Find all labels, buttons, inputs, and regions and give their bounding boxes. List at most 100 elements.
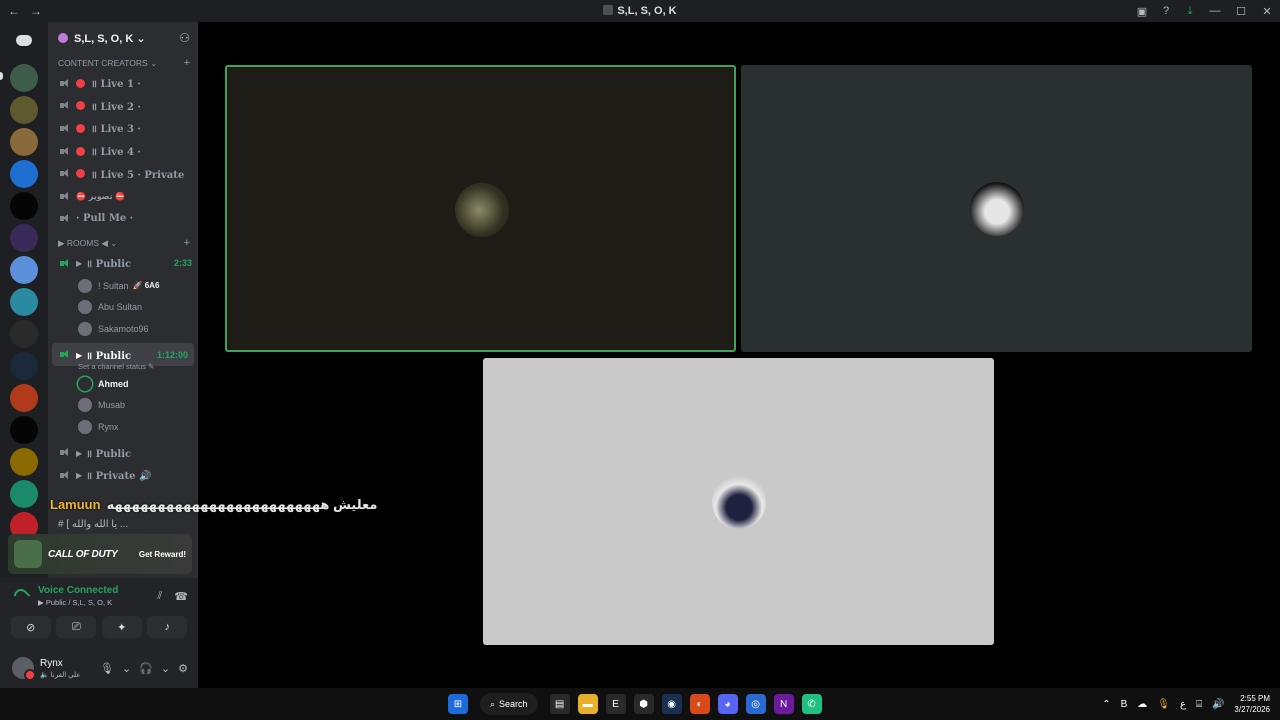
participant-tile[interactable]: [741, 65, 1252, 352]
minimize-button[interactable]: —: [1202, 5, 1228, 17]
signal-icon[interactable]: [11, 586, 31, 606]
cube-app-icon[interactable]: ⬢: [633, 694, 654, 714]
voice-user[interactable]: Abu Sultan: [48, 296, 198, 318]
selected-pill: [0, 72, 3, 80]
search-icon: ⌕: [490, 698, 496, 709]
server-icon-13[interactable]: [10, 448, 38, 476]
inbox-icon[interactable]: ▣: [1130, 5, 1154, 18]
voice-panel: Voice Connected ▶ Public / S,L, S, O, K …: [0, 578, 198, 648]
participant-tile[interactable]: [483, 358, 994, 645]
network-icon[interactable]: ⌸: [1196, 699, 1202, 710]
store-icon[interactable]: ▤: [549, 694, 570, 714]
user-avatar[interactable]: [12, 657, 36, 681]
back-arrow-icon[interactable]: ←: [8, 4, 20, 18]
live-dot-icon: [76, 169, 85, 179]
server-icon: [603, 5, 614, 15]
get-reward-button[interactable]: Get Reward!: [139, 550, 186, 559]
tray-app-icon[interactable]: B: [1121, 699, 1128, 710]
voice-channel-public-3[interactable]: ▶ ॥ Public: [48, 441, 198, 464]
voice-channel-photo[interactable]: ⛔ تصوير ⛔: [48, 185, 198, 208]
maximize-button[interactable]: ☐: [1228, 5, 1254, 18]
whatsapp-icon[interactable]: ✆: [801, 694, 822, 714]
forward-arrow-icon[interactable]: →: [30, 4, 42, 18]
server-icon-2[interactable]: [10, 96, 38, 124]
file-explorer-icon[interactable]: ▬: [577, 694, 598, 714]
promo-banner[interactable]: CALL OF DUTY Get Reward!: [8, 534, 192, 574]
voice-channel-live-5[interactable]: ॥ Live 5 · Private: [48, 162, 198, 185]
noise-suppression-icon[interactable]: ⫽: [157, 590, 162, 603]
tray-weather-icon[interactable]: ☁: [1137, 699, 1147, 710]
invite-people-icon[interactable]: ⚇: [179, 31, 190, 45]
voice-channel-live-2[interactable]: ॥ Live 2 ·: [48, 95, 198, 118]
disconnect-icon[interactable]: ☎: [174, 590, 188, 603]
help-icon[interactable]: ?: [1154, 5, 1178, 17]
clock[interactable]: 2:55 PM 3/27/2026: [1234, 693, 1270, 715]
xp-badge-icon: [14, 540, 42, 568]
input-language[interactable]: ع: [1180, 699, 1186, 710]
soundboard-button[interactable]: ♪: [147, 616, 188, 638]
play-icon: ▶: [76, 447, 83, 458]
speaker-icon: [60, 470, 70, 480]
server-icon-14[interactable]: [10, 480, 38, 508]
voice-channel-live-4[interactable]: ॥ Live 4 ·: [48, 140, 198, 163]
voice-channel-path[interactable]: ▶ Public / S,L, S, O, K: [38, 598, 118, 607]
server-icon-3[interactable]: [10, 128, 38, 156]
voice-user[interactable]: Sakamoto96: [48, 318, 198, 340]
server-icon-6[interactable]: [10, 224, 38, 252]
server-icon-8[interactable]: [10, 288, 38, 316]
voice-channel-live-1[interactable]: ॥ Live 1 ·: [48, 72, 198, 95]
discord-home-button[interactable]: [10, 26, 38, 54]
channel-status-input[interactable]: Set a channel status ✎: [48, 362, 198, 371]
category-rooms[interactable]: ▶ ROOMS ◀ ⌄ +: [48, 234, 198, 252]
server-icon-4[interactable]: [10, 160, 38, 188]
download-icon[interactable]: ⤓: [1178, 5, 1202, 18]
activities-button[interactable]: ✦: [101, 616, 142, 638]
overlay-text-secondary: # [ يا الله والله ...: [58, 519, 129, 530]
server-icon-5[interactable]: [10, 192, 38, 220]
voice-channel-private[interactable]: ▶ ॥ Private 🔊: [48, 464, 198, 487]
add-channel-icon[interactable]: +: [184, 237, 190, 249]
tray-mic-icon[interactable]: 🎙: [1157, 699, 1170, 710]
settings-gear-icon[interactable]: ⚙: [178, 662, 188, 675]
camera-off-button[interactable]: ⊘: [10, 616, 51, 638]
system-tray: ⌃ B ☁ 🎙 ع ⌸ 🔊 2:55 PM 3/27/2026: [1102, 688, 1270, 720]
mic-icon[interactable]: 🎙: [100, 662, 114, 675]
firefox-icon[interactable]: ◐: [689, 694, 710, 714]
voice-channel-pull-me[interactable]: · Pull Me ·: [48, 208, 198, 231]
participant-tile-speaking[interactable]: [225, 65, 736, 352]
server-icon-10[interactable]: [10, 352, 38, 380]
epic-games-icon[interactable]: E: [605, 694, 626, 714]
voice-user[interactable]: Rynx: [48, 416, 198, 438]
headphones-options-icon[interactable]: ⌄: [161, 662, 170, 675]
avatar: [78, 376, 92, 391]
server-icon-7[interactable]: [10, 256, 38, 284]
tray-expand-icon[interactable]: ⌃: [1102, 699, 1110, 710]
search-label: Search: [499, 699, 528, 709]
voice-user[interactable]: Ahmed: [48, 373, 198, 395]
server-icon-9[interactable]: [10, 320, 38, 348]
server-icon-12[interactable]: [10, 416, 38, 444]
voice-user[interactable]: ! Sultan 🚀 6A6: [48, 275, 198, 297]
voice-status[interactable]: Voice Connected: [38, 585, 118, 596]
taskbar-search[interactable]: ⌕ Search: [480, 693, 538, 715]
mic-options-icon[interactable]: ⌄: [122, 662, 131, 675]
headphones-icon[interactable]: 🎧: [139, 662, 153, 675]
user-name[interactable]: Rynx: [40, 658, 81, 669]
screen-share-button[interactable]: ⎚: [56, 616, 97, 638]
voice-channel-public-1[interactable]: ▶ ॥ Public 2:33: [48, 252, 198, 275]
server-icon-11[interactable]: [10, 384, 38, 412]
discord-taskbar-icon[interactable]: ◕: [717, 694, 738, 714]
guild-header[interactable]: S,L, S, O, K ⌄ ⚇: [48, 22, 198, 54]
guild-name: S,L, S, O, K ⌄: [74, 32, 146, 45]
volume-icon[interactable]: 🔊: [1212, 699, 1224, 710]
steam-icon[interactable]: ◉: [661, 694, 682, 714]
chrome-icon[interactable]: ◎: [745, 694, 766, 714]
category-content-creators[interactable]: CONTENT CREATORS ⌄ +: [48, 54, 198, 72]
windows-start-icon[interactable]: ⊞: [448, 694, 468, 714]
add-channel-icon[interactable]: +: [184, 57, 190, 69]
voice-channel-live-3[interactable]: ॥ Live 3 ·: [48, 117, 198, 140]
voice-user[interactable]: Musab: [48, 394, 198, 416]
next-app-icon[interactable]: N: [773, 694, 794, 714]
close-button[interactable]: ✕: [1254, 5, 1280, 18]
server-icon-1[interactable]: [10, 64, 38, 92]
